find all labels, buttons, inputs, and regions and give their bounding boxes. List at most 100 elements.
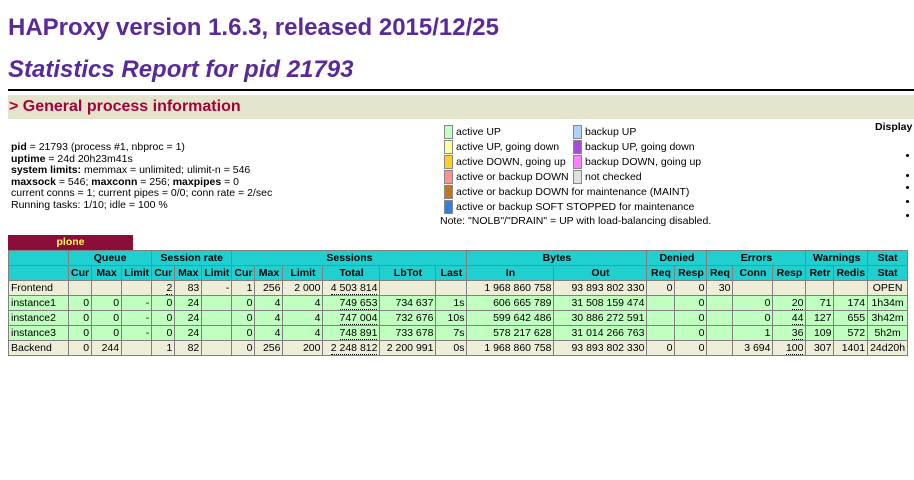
bullet-icon [906, 154, 909, 157]
table-cell: 747 004 [322, 310, 381, 326]
table-cell: 1 [151, 340, 176, 356]
table-cell: 7s [435, 325, 468, 341]
table-cell: 4 503 814 [322, 280, 381, 296]
table-cell: 0 [674, 280, 708, 296]
column-header: Req [706, 265, 734, 281]
table-cell: 20 [772, 295, 807, 311]
table-cell: 572 [833, 325, 869, 341]
table-cell: 71 [805, 295, 835, 311]
table-cell [706, 340, 734, 356]
table-cell: - [121, 295, 153, 311]
table-cell: 93 893 802 330 [553, 280, 648, 296]
table-cell: 31 014 266 763 [553, 325, 648, 341]
column-header: Out [553, 265, 648, 281]
legend-label: active or backup SOFT STOPPED for mainte… [456, 201, 695, 213]
row-name[interactable]: instance1 [8, 295, 69, 311]
row-name[interactable]: instance3 [8, 325, 69, 341]
table-cell: 36 [772, 325, 807, 341]
stats-table: Queue Session rate Sessions Bytes Denied Erro… [8, 250, 909, 356]
table-cell: 307 [805, 340, 835, 356]
table-cell [833, 280, 869, 296]
table-row: instance1 0 0-0 24 0 4 4 749 653 734 637 1s 606 66… [8, 295, 909, 311]
table-cell [67, 280, 93, 296]
table-cell: 0 [646, 280, 676, 296]
table-cell: 2 [151, 280, 176, 296]
table-cell: 0 [91, 295, 123, 311]
table-cell: 4 [282, 295, 324, 311]
table-cell: 3 694 [732, 340, 774, 356]
column-header: Req [646, 265, 676, 281]
header-divider [8, 89, 914, 91]
table-cell: 24 [174, 295, 203, 311]
column-group-header: Sessions [231, 250, 468, 266]
table-cell: 0 [674, 295, 708, 311]
column-header: In [466, 265, 555, 281]
table-cell: - [201, 280, 233, 296]
table-cell: 10s [435, 310, 468, 326]
table-cell [379, 280, 437, 296]
table-row: Backend 0 244 1 82 0 256 200 2 248 812 2 200 991 0… [8, 340, 909, 356]
column-header: Cur [151, 265, 176, 281]
row-name[interactable]: Frontend [8, 280, 69, 296]
table-cell: 0 [231, 295, 256, 311]
section-header: > General process information [8, 95, 914, 119]
table-cell: 2 248 812 [322, 340, 381, 356]
legend-label: active or backup DOWN for maintenance (M… [456, 186, 690, 198]
table-cell: 655 [833, 310, 869, 326]
column-header: Retr [805, 265, 835, 281]
column-header: Cur [67, 265, 93, 281]
page-subtitle: Statistics Report for pid 21793 [8, 56, 354, 83]
table-cell: 100 [772, 340, 807, 356]
table-cell: 1 [231, 280, 256, 296]
table-cell: 30 886 272 591 [553, 310, 648, 326]
row-name[interactable]: instance2 [8, 310, 69, 326]
legend-label: active or backup DOWN [456, 171, 569, 183]
table-cell: 127 [805, 310, 835, 326]
column-group-header: Denied [646, 250, 708, 266]
table-cell: 0 [67, 295, 93, 311]
table-cell: 4 [254, 310, 284, 326]
table-cell [706, 295, 734, 311]
table-cell: 734 637 [379, 295, 437, 311]
legend-swatch [444, 155, 453, 169]
table-cell: - [121, 325, 153, 341]
table-cell: 732 676 [379, 310, 437, 326]
column-header: Limit [282, 265, 324, 281]
table-cell: 256 [254, 340, 284, 356]
proxy-name-tab[interactable]: plone [8, 235, 133, 250]
legend-swatch [444, 170, 453, 184]
legend-swatch [573, 155, 582, 169]
table-row: instance3 0 0-0 24 0 4 4 748 891 733 678 7s 578 21… [8, 325, 909, 341]
legend-swatch [573, 125, 582, 139]
table-cell: 4 [254, 325, 284, 341]
legend-swatch [573, 170, 582, 184]
table-cell: 0 [91, 325, 123, 341]
table-cell: 244 [91, 340, 123, 356]
table-cell: 0 [732, 295, 774, 311]
table-cell: 1 968 860 758 [466, 340, 555, 356]
column-header: Resp [674, 265, 708, 281]
table-cell [201, 295, 233, 311]
legend-swatch [573, 140, 582, 154]
table-cell: 0 [91, 310, 123, 326]
table-cell [121, 340, 153, 356]
page-title: HAProxy version 1.6.3, released 2015/12/… [8, 14, 499, 41]
table-cell [201, 340, 233, 356]
table-cell: 24 [174, 325, 203, 341]
table-cell: 749 653 [322, 295, 381, 311]
table-cell: 0 [732, 310, 774, 326]
column-header: Limit [121, 265, 153, 281]
table-cell: 256 [254, 280, 284, 296]
row-name[interactable]: Backend [8, 340, 69, 356]
column-group-header: Errors [706, 250, 807, 266]
table-cell: 200 [282, 340, 324, 356]
column-header: Cur [231, 265, 256, 281]
column-header: Max [254, 265, 284, 281]
column-header: LbTot [379, 265, 437, 281]
table-cell: 0 [674, 340, 708, 356]
table-cell: 578 217 628 [466, 325, 555, 341]
table-cell: 606 665 789 [466, 295, 555, 311]
bullet-icon [906, 214, 909, 217]
table-cell: 0 [151, 325, 176, 341]
table-cell [732, 280, 774, 296]
